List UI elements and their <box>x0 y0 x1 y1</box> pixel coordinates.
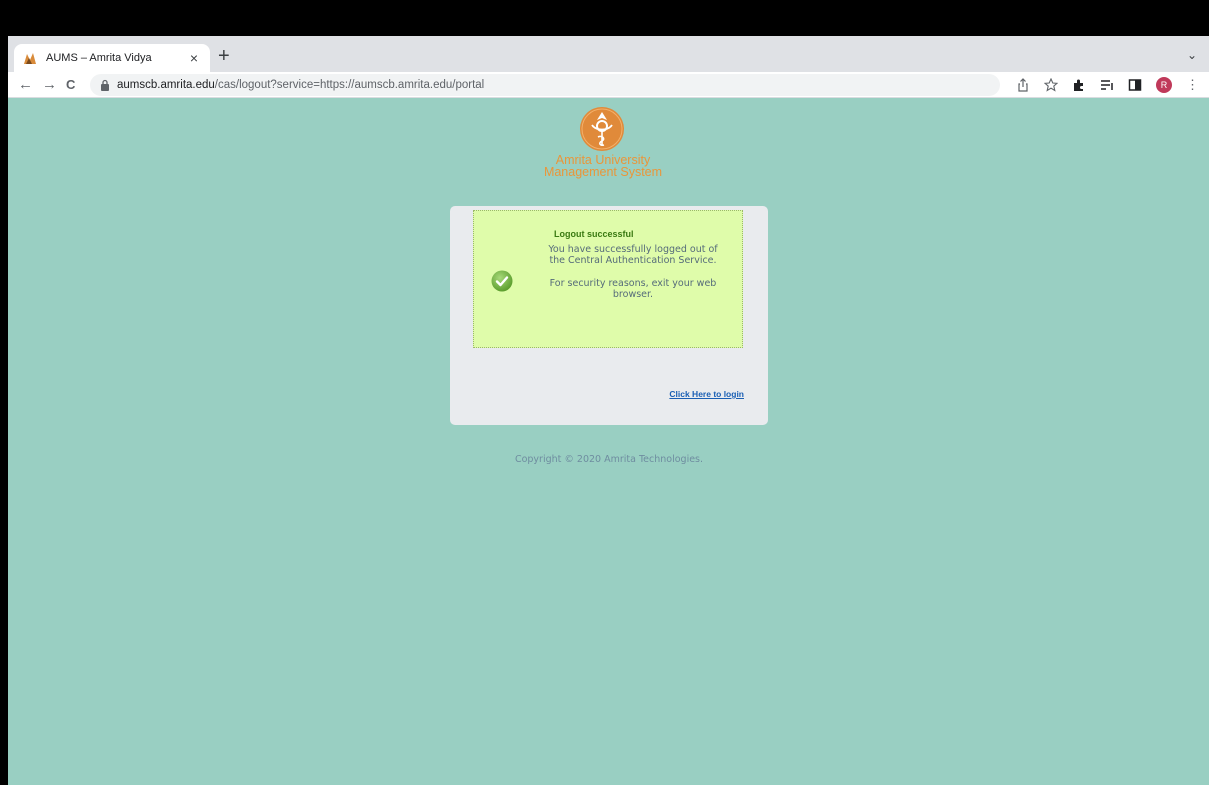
tab-title: AUMS – Amrita Vidya <box>46 52 152 64</box>
star-icon[interactable] <box>1044 78 1058 92</box>
new-tab-button[interactable]: + <box>218 44 230 68</box>
success-message-box: Logout successful You have successfully … <box>473 210 743 348</box>
screen-top-bar <box>0 0 1209 36</box>
side-panel-icon[interactable] <box>1128 78 1142 92</box>
logout-message: You have successfully logged out of the … <box>548 244 718 266</box>
status-message: You have successfully logged out of the … <box>540 244 726 312</box>
reload-button[interactable]: C <box>66 75 75 95</box>
browser-toolbar: ← → C aumscb.amrita.edu/cas/logout?servi… <box>8 72 1209 98</box>
brand-line-2: Management System <box>543 165 663 179</box>
menu-icon[interactable]: ⋮ <box>1186 75 1199 95</box>
page-content: Amrita University Management System Logo… <box>8 98 1209 785</box>
success-check-icon <box>491 270 513 292</box>
profile-avatar[interactable]: R <box>1156 77 1172 93</box>
reading-list-icon[interactable] <box>1100 78 1114 92</box>
tab-close-icon[interactable]: × <box>186 50 202 66</box>
url-text: aumscb.amrita.edu/cas/logout?service=htt… <box>117 79 484 91</box>
amrita-favicon-icon <box>22 50 38 66</box>
url-path: /cas/logout?service=https://aumscb.amrit… <box>214 79 485 91</box>
status-title: Logout successful <box>554 229 634 239</box>
lock-icon <box>101 79 109 91</box>
tab-strip: AUMS – Amrita Vidya × + ⌄ <box>8 36 1209 72</box>
tab-search-chevron-icon[interactable]: ⌄ <box>1187 48 1197 62</box>
login-link[interactable]: Click Here to login <box>669 389 744 399</box>
extensions-icon[interactable] <box>1072 78 1086 92</box>
browser-tab[interactable]: AUMS – Amrita Vidya × <box>14 44 210 72</box>
brand-name: Amrita University Management System <box>528 154 678 179</box>
logout-card: Logout successful You have successfully … <box>450 206 768 425</box>
copyright-text: Copyright © 2020 Amrita Technologies. <box>514 454 704 465</box>
amrita-logo-icon <box>580 107 624 151</box>
forward-button[interactable]: → <box>42 75 57 95</box>
address-bar[interactable]: aumscb.amrita.edu/cas/logout?service=htt… <box>90 74 1000 96</box>
back-button[interactable]: ← <box>18 75 33 95</box>
share-icon[interactable] <box>1016 78 1030 92</box>
security-note: For security reasons, exit your web brow… <box>549 278 717 300</box>
url-domain: aumscb.amrita.edu <box>117 79 215 91</box>
